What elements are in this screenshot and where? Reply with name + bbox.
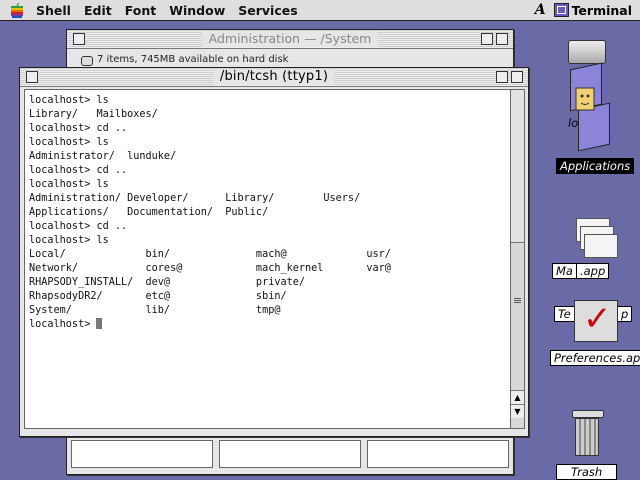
scroll-thumb[interactable] [511, 90, 524, 243]
scroll-grip-icon [514, 298, 521, 304]
terminal-prompt-line: localhost> [29, 318, 511, 332]
terminal-line: localhost> ls [29, 137, 109, 148]
desktop-icon-mail[interactable]: Ma .app [552, 260, 610, 279]
terminal-line: Network/ cores@ mach_kernel var@ [29, 263, 391, 274]
desktop-icon-preferences[interactable]: Preferences.app [550, 347, 640, 366]
menu-font[interactable]: Font [125, 3, 157, 18]
vertical-scrollbar[interactable]: ▲ ▼ [510, 89, 525, 429]
apple-menu-icon[interactable] [10, 2, 24, 18]
menu-services[interactable]: Services [238, 3, 297, 18]
terminal-line: RhapsodyDR2/ etc@ sbin/ [29, 291, 287, 302]
collapse-box[interactable] [511, 71, 523, 83]
terminal-content[interactable]: localhost> ls Library/ Mailboxes/localhos… [24, 89, 512, 429]
terminal-line: RHAPSODY_INSTALL/ dev@ private/ [29, 277, 306, 288]
terminal-line: Applications/ Documentation/ Public/ [29, 207, 269, 218]
terminal-line: localhost> cd .. [29, 123, 128, 134]
scroll-up-arrow-icon[interactable]: ▲ [511, 390, 524, 404]
close-box[interactable] [73, 33, 85, 45]
close-box[interactable] [26, 71, 38, 83]
terminal-line: localhost> ls [29, 95, 109, 106]
admin-window-title: Administration — /System [202, 31, 378, 47]
terminal-line: Administration/ Developer/ Library/ User… [29, 193, 361, 204]
terminal-line: localhost> ls [29, 179, 109, 190]
desktop-icon-trash[interactable]: Trash [556, 461, 618, 480]
active-app-name[interactable]: Terminal [572, 3, 632, 18]
scroll-down-arrow-icon[interactable]: ▼ [511, 404, 524, 418]
hard-disk-icon[interactable] [568, 40, 606, 64]
menu-window[interactable]: Window [169, 3, 225, 18]
mail-icon[interactable] [576, 218, 618, 258]
admin-titlebar[interactable]: Administration — /System [67, 30, 513, 49]
text-cursor [96, 318, 103, 329]
menu-edit[interactable]: Edit [84, 3, 112, 18]
zoom-box[interactable] [496, 71, 508, 83]
admin-status-text: 7 items, 745MB available on hard disk [97, 54, 289, 65]
terminal-line: localhost> cd .. [29, 221, 128, 232]
desktop-icon-partial[interactable]: lo [565, 112, 581, 131]
script-menu-icon[interactable]: A [535, 2, 546, 18]
terminal-prompt: localhost> [29, 319, 97, 330]
desktop-icon-textedit-suffix: p [618, 303, 633, 322]
admin-bottom-panels [71, 440, 509, 468]
terminal-line: Library/ Mailboxes/ [29, 109, 158, 120]
terminal-line: localhost> ls [29, 235, 109, 246]
terminal-window-title: /bin/tcsh (ttyp1) [213, 69, 335, 85]
panel [367, 440, 509, 468]
panel [219, 440, 361, 468]
desktop-icon-applications[interactable]: Applications [556, 155, 635, 174]
terminal-titlebar[interactable]: /bin/tcsh (ttyp1) [20, 68, 528, 87]
menu-bar: Shell Edit Font Window Services A Termin… [0, 0, 640, 21]
collapse-box[interactable] [496, 33, 508, 45]
trash-icon[interactable] [572, 410, 604, 456]
face-icon [575, 87, 595, 111]
desktop-icon-textedit[interactable]: Te [554, 303, 575, 322]
hard-disk-small-icon [81, 56, 93, 66]
terminal-app-icon [553, 3, 569, 17]
terminal-line: Administrator/ lunduke/ [29, 151, 177, 162]
terminal-line: localhost> cd .. [29, 165, 128, 176]
zoom-box[interactable] [481, 33, 493, 45]
preferences-icon[interactable]: ✓ [574, 299, 618, 342]
terminal-window[interactable]: /bin/tcsh (ttyp1) localhost> ls Library/ … [19, 67, 529, 437]
menu-shell[interactable]: Shell [36, 3, 71, 18]
panel [71, 440, 213, 468]
terminal-output: localhost> ls Library/ Mailboxes/localhos… [25, 90, 511, 332]
terminal-line: System/ lib/ tmp@ [29, 305, 281, 316]
terminal-line: Local/ bin/ mach@ usr/ [29, 249, 391, 260]
